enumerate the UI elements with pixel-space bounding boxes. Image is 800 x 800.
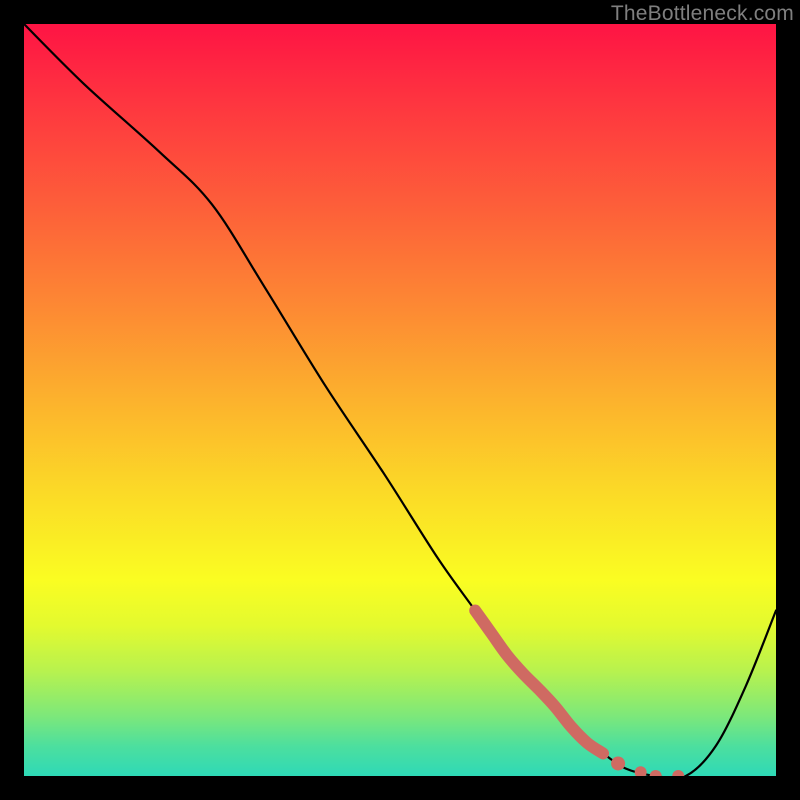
watermark-text: TheBottleneck.com <box>611 2 794 26</box>
plot-frame <box>24 24 776 776</box>
gradient-background <box>24 24 776 776</box>
highlight-dot <box>611 756 625 770</box>
chart-svg <box>24 24 776 776</box>
